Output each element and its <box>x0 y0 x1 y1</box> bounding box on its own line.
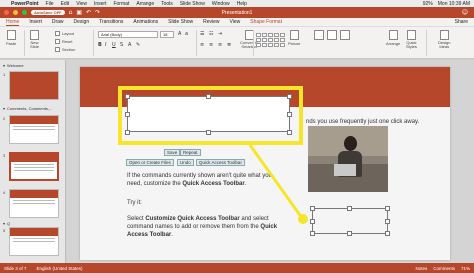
slide-position-status: Slide 3 of 7 <box>4 265 27 271</box>
language-status[interactable]: English (United States) <box>37 266 83 271</box>
highlight-callout-connector <box>248 144 304 219</box>
notes-button[interactable]: Notes <box>415 266 427 271</box>
highlight-callout-dot <box>298 214 308 224</box>
zoom-level[interactable]: 71% <box>461 266 470 271</box>
status-bar: Slide 3 of 7 English (United States) Not… <box>0 263 474 273</box>
comments-button[interactable]: Comments <box>433 266 455 271</box>
